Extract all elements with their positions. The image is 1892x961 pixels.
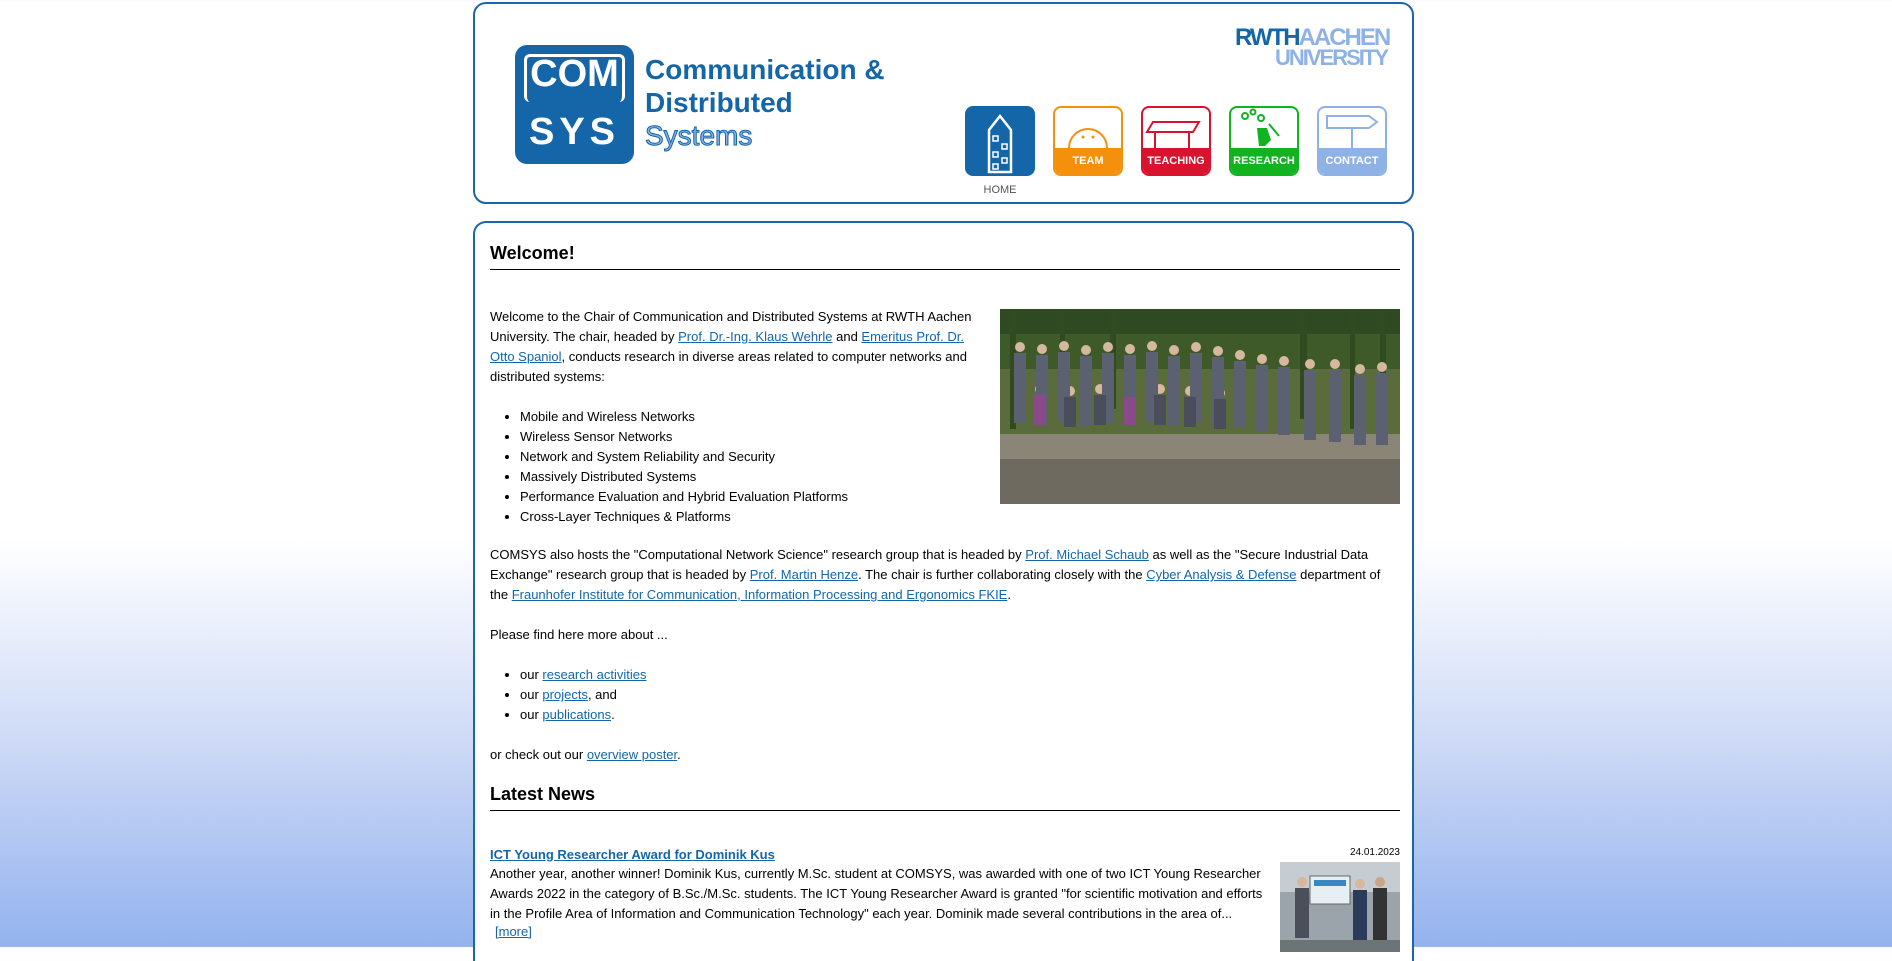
site-title-line-2: Distributed	[645, 87, 793, 118]
list-item: our publications.	[520, 705, 920, 725]
intro-text-3: , conducts research in diverse areas rel…	[490, 349, 967, 384]
list-item: Cross-Layer Techniques & Platforms	[520, 507, 1000, 527]
list-item: Performance Evaluation and Hybrid Evalua…	[520, 487, 1000, 507]
link-research-activities[interactable]: research activities	[542, 667, 646, 682]
link-michael-schaub[interactable]: Prof. Michael Schaub	[1025, 547, 1149, 562]
news-item-date: 24.01.2023	[1349, 847, 1400, 858]
nav-research-label: RESEARCH	[1231, 148, 1297, 174]
intro-paragraph: Welcome to the Chair of Communication an…	[490, 307, 980, 387]
more-suffix: .	[611, 707, 615, 722]
more-links-list: our research activities our projects, an…	[490, 665, 920, 725]
poster-paragraph: or check out our overview poster.	[490, 745, 1400, 765]
site-title-line-3: Systems	[644, 120, 753, 152]
comsys-logo[interactable]: COM SYS	[515, 45, 634, 164]
list-item: our projects, and	[520, 685, 920, 705]
link-cyber-analysis-defense[interactable]: Cyber Analysis & Defense	[1146, 567, 1296, 582]
logo-com-text: COM	[530, 53, 619, 95]
site-title-line-1: Communication &	[645, 54, 885, 85]
nav-research[interactable]: RESEARCH	[1229, 106, 1299, 176]
news-item-thumbnail[interactable]	[1280, 862, 1400, 952]
nav-contact[interactable]: CONTACT	[1317, 106, 1387, 176]
research-groups-paragraph: COMSYS also hosts the "Computational Net…	[490, 545, 1400, 605]
news-item-more-link[interactable]: [more]	[495, 922, 532, 942]
nav-team-label: TEAM	[1055, 148, 1121, 174]
list-item: Network and System Reliability and Secur…	[520, 447, 1000, 467]
list-item: Massively Distributed Systems	[520, 467, 1000, 487]
list-item: Wireless Sensor Networks	[520, 427, 1000, 447]
nav-contact-label: CONTACT	[1319, 148, 1385, 174]
link-publications[interactable]: publications	[542, 707, 611, 722]
p4-text-1: or check out our	[490, 747, 587, 762]
p2-text-1: COMSYS also hosts the "Computational Net…	[490, 547, 1026, 562]
link-martin-henze[interactable]: Prof. Martin Henze	[750, 567, 858, 582]
rwth-logo-university: UNIVERSITY	[1275, 45, 1389, 70]
logo-sys-text: SYS	[528, 111, 621, 153]
list-item: our research activities	[520, 665, 920, 685]
link-overview-poster[interactable]: overview poster	[587, 747, 677, 762]
news-item-title[interactable]: ICT Young Researcher Award for Dominik K…	[490, 845, 775, 865]
more-suffix: , and	[587, 687, 617, 702]
intro-text-2: and	[832, 329, 862, 344]
more-prefix: our	[520, 687, 543, 702]
link-klaus-wehrle[interactable]: Prof. Dr.-Ing. Klaus Wehrle	[678, 329, 832, 344]
p4-text-2: .	[677, 747, 681, 762]
rwth-logo[interactable]: RWTHAACHEN UNIVERSITY	[1235, 26, 1391, 70]
more-prefix: our	[520, 707, 543, 722]
p2-text-5: .	[1007, 587, 1011, 602]
link-fraunhofer-fkie[interactable]: Fraunhofer Institute for Communication, …	[512, 587, 1008, 602]
find-more-paragraph: Please find here more about ...	[490, 627, 668, 642]
building-icon	[987, 113, 1013, 174]
news-item-body: Another year, another winner! Dominik Ku…	[490, 866, 1263, 921]
desk-icon	[1145, 121, 1201, 150]
latest-news-heading: Latest News	[490, 784, 1400, 811]
smiley-icon	[1068, 128, 1108, 149]
nav-team[interactable]: TEAM	[1053, 106, 1123, 176]
signpost-icon	[1326, 115, 1379, 152]
list-item: Mobile and Wireless Networks	[520, 407, 1000, 427]
nav-home[interactable]	[965, 106, 1035, 176]
flask-icon	[1241, 108, 1280, 146]
research-topics-list: Mobile and Wireless Networks Wireless Se…	[490, 407, 1000, 527]
welcome-heading: Welcome!	[490, 243, 1400, 270]
more-prefix: our	[520, 667, 543, 682]
site-header: COM SYS Communication & Distributed Syst…	[473, 2, 1414, 204]
p2-text-3: . The chair is further collaborating clo…	[858, 567, 1147, 582]
nav-teaching-label: TEACHING	[1143, 148, 1209, 174]
link-projects[interactable]: projects	[542, 687, 588, 702]
main-content-box: Welcome! Welcome to the Chair of Communi…	[473, 221, 1414, 961]
nav-home-label[interactable]: HOME	[965, 184, 1035, 196]
nav-teaching[interactable]: TEACHING	[1141, 106, 1211, 176]
team-photo	[1000, 309, 1400, 504]
